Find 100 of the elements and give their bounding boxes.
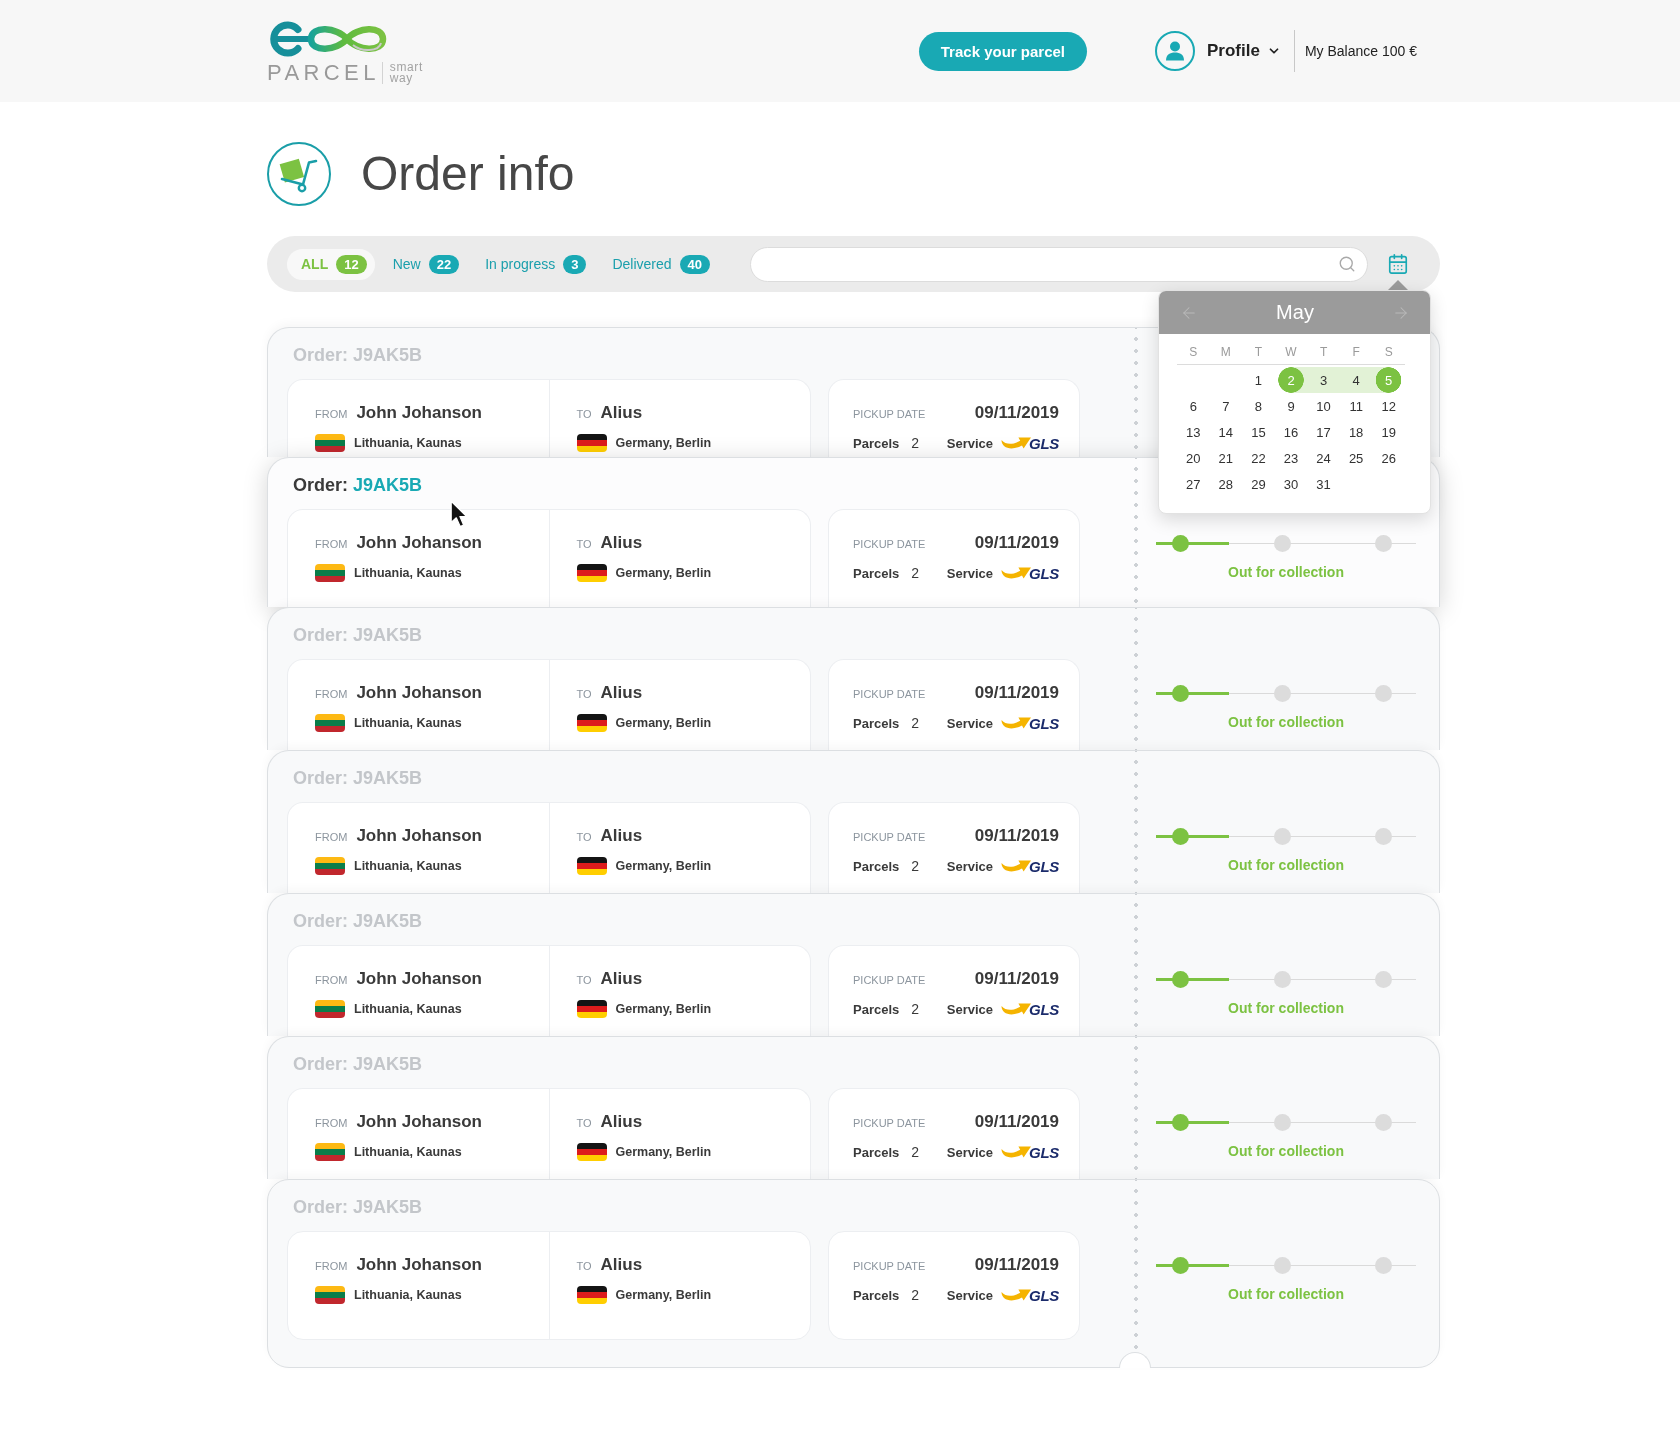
parcels-label: Parcels (853, 1001, 900, 1017)
lithuania-flag-icon (315, 714, 345, 732)
service-label: Service (946, 435, 994, 451)
place-text: Lithuania, Kaunas (354, 859, 462, 873)
direction-label: FROM (315, 1260, 348, 1272)
parcels-label: Parcels (853, 1144, 900, 1160)
parcels-label: Parcels (853, 565, 900, 581)
person-name: Alius (600, 826, 643, 846)
germany-flag-icon (576, 1143, 607, 1161)
pickup-date: 09/11/2019 (974, 826, 1059, 846)
count-badge: 22 (428, 254, 460, 274)
parcels-count: 2 (911, 1001, 920, 1017)
place-text: Lithuania, Kaunas (354, 436, 462, 450)
pickup-date-label: PICKUP DATE (853, 408, 926, 420)
service-logo-text: GLS (1029, 1143, 1059, 1161)
place-text: Germany, Berlin (615, 859, 712, 873)
direction-label: FROM (315, 974, 348, 986)
person-name: Alius (600, 403, 643, 423)
status-text: Out for collection (1228, 857, 1344, 874)
person-name: John Johanson (356, 1255, 482, 1275)
parcels-count: 2 (911, 715, 920, 731)
logo-tagline: smart (389, 61, 423, 73)
hand-truck-icon (267, 142, 331, 206)
direction-label: TO (576, 538, 592, 550)
pickup-date-label: PICKUP DATE (853, 1117, 926, 1129)
calendar-day[interactable]: 4 (1339, 367, 1373, 393)
germany-flag-icon (576, 1000, 607, 1018)
direction-label: FROM (315, 688, 348, 700)
direction-label: FROM (315, 831, 348, 843)
germany-flag-icon (576, 434, 607, 452)
service-label: Service (946, 715, 994, 731)
calendar-day[interactable]: 13 (1177, 419, 1210, 445)
service-logo-text: GLS (1029, 1286, 1059, 1304)
direction-label: TO (576, 688, 592, 700)
status-text: Out for collection (1228, 564, 1344, 581)
person-name: Alius (600, 969, 643, 989)
search-icon[interactable] (1338, 255, 1356, 273)
calendar-day[interactable]: 27 (1177, 471, 1210, 497)
calendar-icon[interactable] (1387, 253, 1409, 275)
calendar-day[interactable]: 10 (1307, 393, 1340, 419)
month-label: May (1276, 301, 1314, 324)
calendar-day[interactable]: 3 (1307, 367, 1340, 393)
calendar-day[interactable]: 29 (1242, 471, 1275, 497)
person-name: John Johanson (356, 1112, 482, 1132)
weekday-label: F (1352, 344, 1360, 360)
calendar-day[interactable]: 30 (1274, 471, 1308, 497)
direction-label: TO (576, 1260, 592, 1272)
person-name: Alius (600, 683, 643, 703)
calendar-day[interactable]: 16 (1274, 419, 1308, 445)
weekday-label: T (1254, 344, 1263, 360)
calendar-day[interactable]: 9 (1274, 393, 1308, 419)
calendar-day[interactable]: 28 (1209, 471, 1243, 497)
profile-button[interactable]: Profile (1155, 31, 1281, 71)
service-logo-text: GLS (1029, 434, 1059, 452)
place-text: Germany, Berlin (615, 1145, 712, 1159)
direction-label: TO (576, 1117, 592, 1129)
germany-flag-icon (576, 857, 607, 875)
status-text: Out for collection (1228, 1286, 1344, 1303)
place-text: Lithuania, Kaunas (354, 716, 462, 730)
page-title: Order info (361, 146, 575, 202)
direction-label: FROM (315, 538, 348, 550)
pickup-date: 09/11/2019 (974, 533, 1059, 553)
service-label: Service (946, 565, 994, 581)
direction-label: TO (576, 408, 592, 420)
search-field[interactable] (750, 246, 1368, 282)
person-name: John Johanson (356, 533, 482, 553)
lithuania-flag-icon (315, 1000, 345, 1018)
direction-label: FROM (315, 1117, 348, 1129)
direction-label: TO (576, 974, 592, 986)
status-text: Out for collection (1228, 714, 1344, 731)
calendar-day[interactable]: 12 (1372, 393, 1405, 419)
calendar-day[interactable]: 17 (1307, 419, 1340, 445)
count-badge: 40 (679, 254, 711, 274)
pickup-date-label: PICKUP DATE (853, 538, 926, 550)
service-logo-text: GLS (1029, 564, 1059, 582)
status-text: Out for collection (1228, 1143, 1344, 1160)
calendar-day[interactable]: 6 (1177, 393, 1210, 419)
lithuania-flag-icon (315, 857, 345, 875)
infinity-logo-icon (267, 20, 389, 57)
place-text: Lithuania, Kaunas (354, 566, 462, 580)
person-name: Alius (600, 533, 643, 553)
calendar-day[interactable]: 14 (1209, 419, 1243, 445)
weekday-label: M (1220, 344, 1231, 360)
germany-flag-icon (576, 714, 607, 732)
pickup-date-label: PICKUP DATE (853, 831, 926, 843)
calendar-day[interactable]: 1 (1242, 367, 1275, 393)
calendar-day[interactable]: 31 (1307, 471, 1340, 497)
place-text: Germany, Berlin (615, 1288, 712, 1302)
service-label: Service (946, 1001, 994, 1017)
service-label: Service (946, 858, 994, 874)
calendar-day[interactable]: 15 (1242, 419, 1275, 445)
service-label: Service (946, 1287, 994, 1303)
calendar-day[interactable]: 8 (1242, 393, 1275, 419)
person-name: John Johanson (356, 826, 482, 846)
calendar-day[interactable]: 19 (1372, 419, 1405, 445)
calendar-day[interactable]: 11 (1339, 393, 1373, 419)
calendar-day[interactable]: 18 (1339, 419, 1373, 445)
parcels-count: 2 (911, 858, 920, 874)
calendar-day[interactable]: 7 (1209, 393, 1243, 419)
pickup-date-label: PICKUP DATE (853, 688, 926, 700)
